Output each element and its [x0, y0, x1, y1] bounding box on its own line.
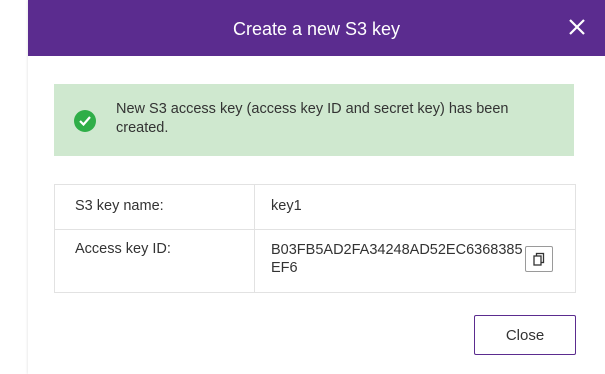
- table-row: S3 key name: key1: [55, 185, 575, 230]
- close-button[interactable]: Close: [474, 315, 576, 355]
- dialog-close-button[interactable]: [563, 13, 591, 41]
- copy-button[interactable]: [525, 246, 553, 272]
- checkmark-icon: [79, 116, 91, 126]
- copy-icon: [533, 252, 545, 266]
- key-details-table: S3 key name: key1 Access key ID: B03FB5A…: [54, 184, 576, 293]
- check-circle-icon: [74, 110, 96, 132]
- page: Create a new S3 key New S3 access key (a…: [0, 0, 605, 374]
- key-name-value: key1: [271, 198, 302, 214]
- access-key-id-label: Access key ID:: [55, 230, 255, 292]
- close-icon: [569, 19, 585, 35]
- table-row: Access key ID: B03FB5AD2FA34248AD52EC636…: [55, 230, 575, 292]
- dialog-title: Create a new S3 key: [232, 19, 401, 39]
- success-alert: New S3 access key (access key ID and sec…: [54, 84, 574, 156]
- page-background: [0, 0, 28, 374]
- access-key-id-cell: B03FB5AD2FA34248AD52EC6368385EF6: [255, 230, 575, 292]
- key-name-label: S3 key name:: [55, 185, 255, 229]
- dialog-header: Create a new S3 key: [28, 0, 605, 56]
- create-s3-key-dialog: Create a new S3 key New S3 access key (a…: [28, 0, 605, 374]
- success-message: New S3 access key (access key ID and sec…: [116, 101, 509, 136]
- access-key-id-value: B03FB5AD2FA34248AD52EC6368385EF6: [271, 242, 523, 276]
